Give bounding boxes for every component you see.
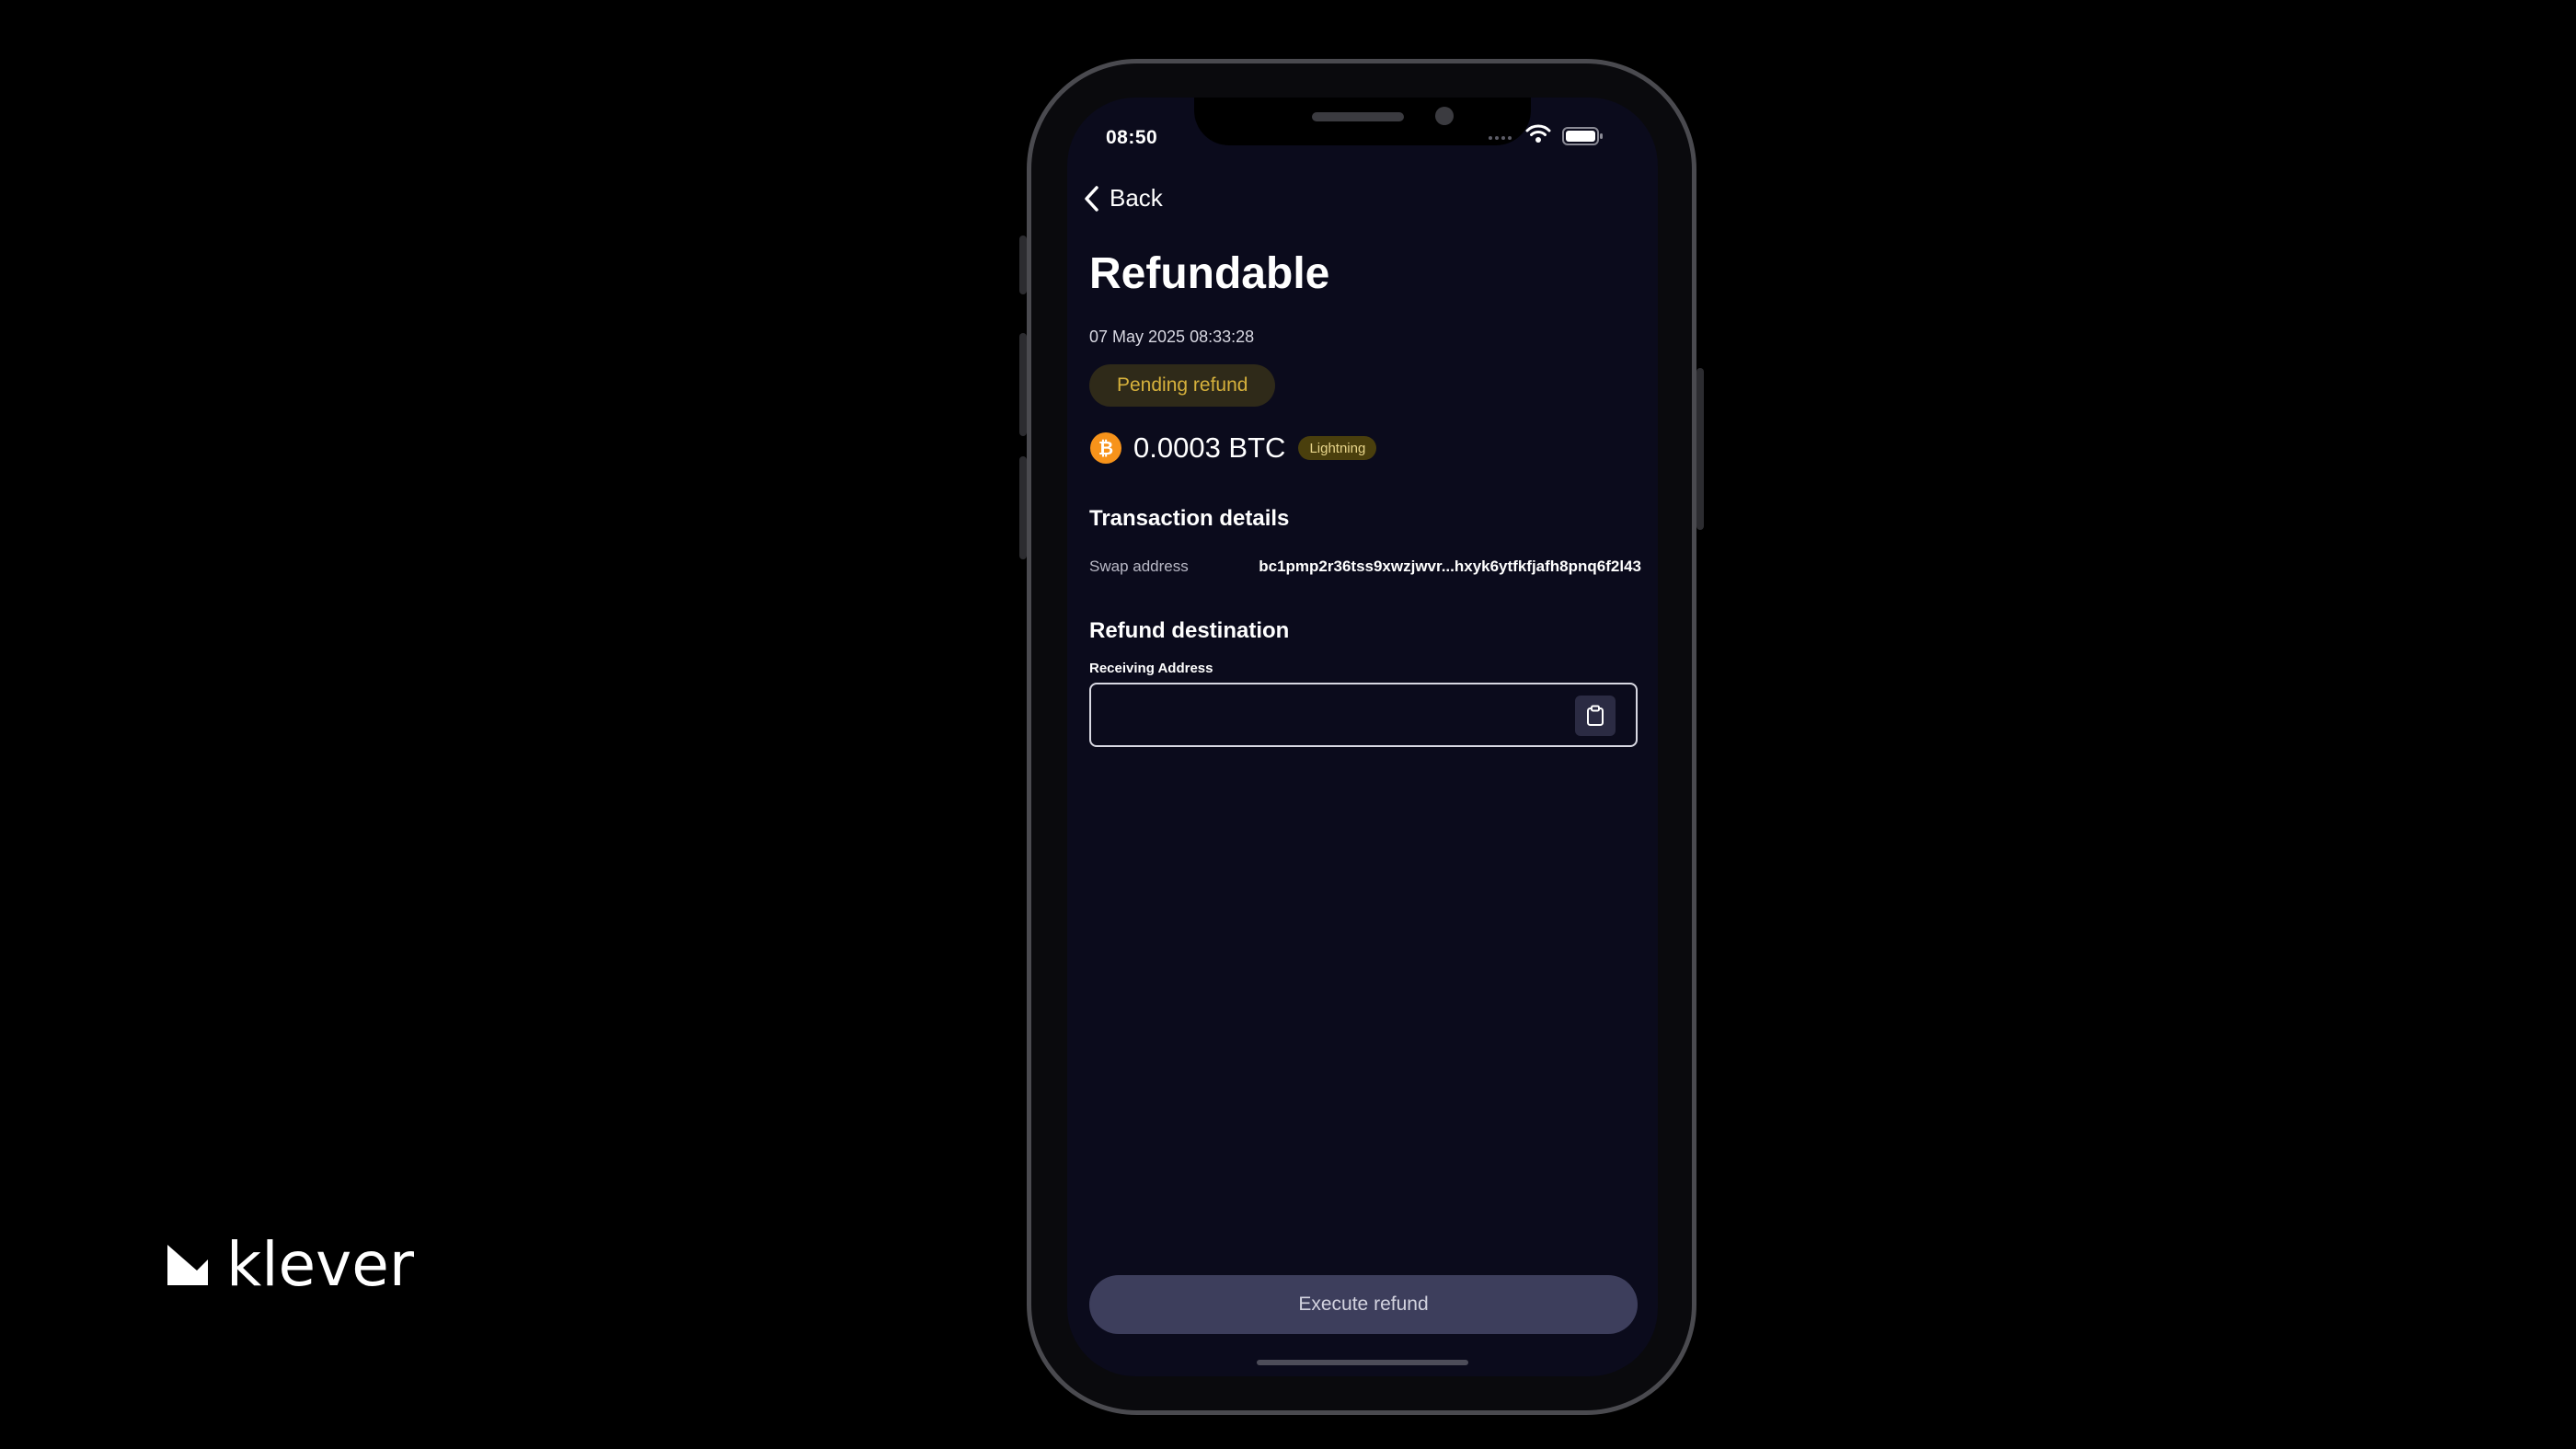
page-title: Refundable [1089,249,1330,298]
brand-name: klever [226,1229,414,1300]
receiving-address-input[interactable] [1108,684,1553,747]
detail-row-swap-address: Swap address bc1pmp2r36tss9xwzjwvr...hxy… [1089,558,1641,576]
phone-mute-switch [1019,236,1027,294]
transaction-date: 07 May 2025 08:33:28 [1089,328,1255,346]
phone-power-button [1696,368,1704,530]
wifi-icon [1525,123,1551,148]
klever-logo-icon [166,1243,210,1287]
back-button[interactable]: Back [1084,184,1163,213]
refund-destination-heading: Refund destination [1089,618,1290,643]
clipboard-icon [1586,705,1604,727]
transaction-details-heading: Transaction details [1089,506,1290,531]
speaker-grill [1312,112,1404,121]
network-badge: Lightning [1298,436,1377,460]
home-indicator [1257,1360,1468,1365]
swap-address-value: bc1pmp2r36tss9xwzjwvr...hxyk6ytfkfjafh8p… [1259,558,1641,575]
status-badge: Pending refund [1089,364,1276,407]
signal-dots-icon [1489,136,1512,140]
brand-logo: klever [166,1233,414,1297]
amount-value: 0.0003 BTC [1133,431,1286,464]
phone-screen: 08:50 Back Refundable 07 May 2025 08:33:… [1067,98,1658,1376]
back-label: Back [1110,184,1163,212]
bitcoin-icon: ₿ [1089,431,1122,465]
chevron-left-icon [1084,185,1100,213]
phone-notch [1194,98,1531,145]
stage: klever 08:50 Back Refundable 07 May 2025… [0,0,2576,1449]
swap-address-label: Swap address [1089,558,1189,575]
execute-refund-button[interactable]: Execute refund [1089,1275,1638,1334]
status-time: 08:50 [1106,127,1158,148]
receiving-address-field [1089,683,1638,747]
amount-row: ₿ 0.0003 BTC Lightning [1089,427,1377,469]
paste-button[interactable] [1575,696,1616,736]
phone-volume-up [1019,333,1027,436]
front-camera [1435,107,1454,125]
receiving-address-label: Receiving Address [1089,661,1213,676]
phone-volume-down [1019,456,1027,559]
svg-text:₿: ₿ [1098,437,1113,459]
battery-icon [1562,127,1604,150]
